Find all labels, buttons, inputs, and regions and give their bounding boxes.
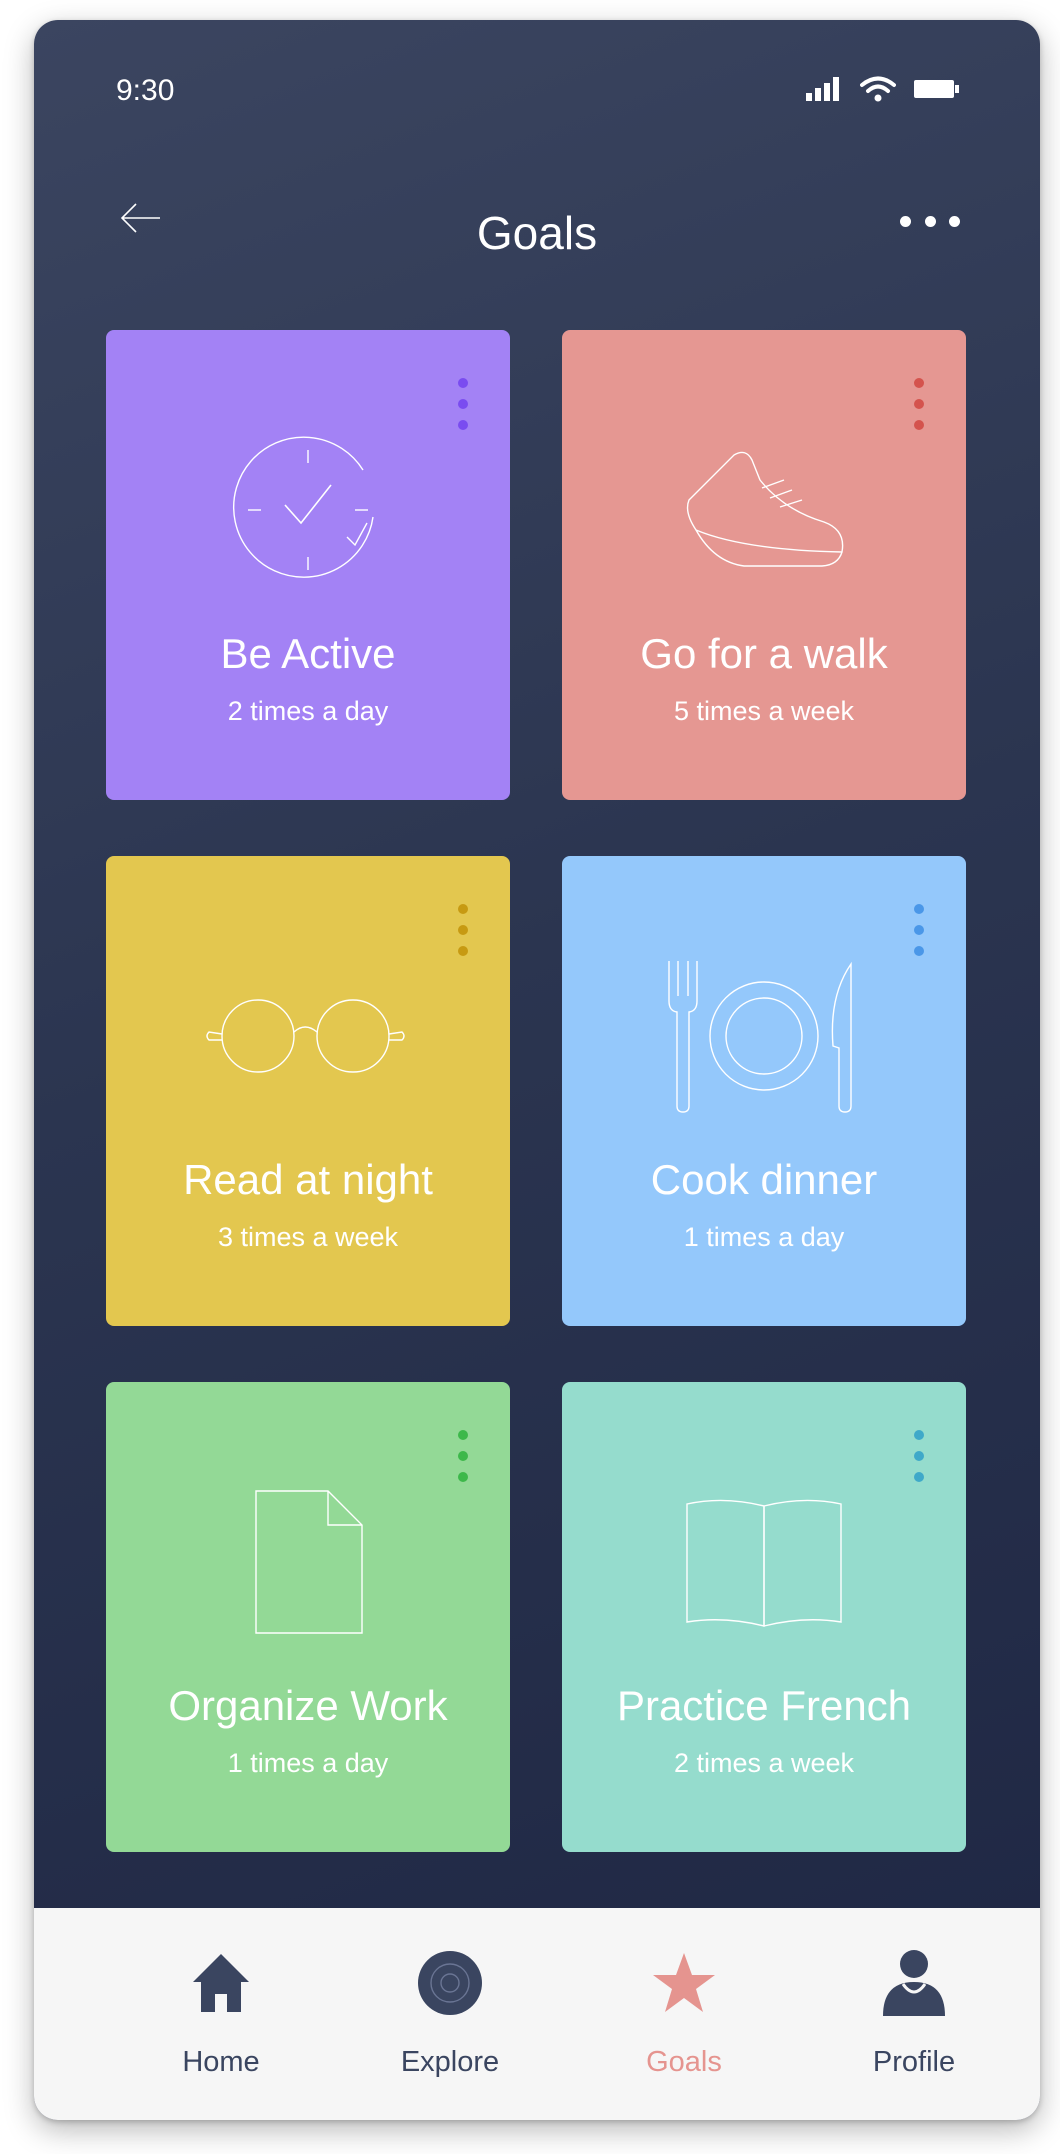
star-icon xyxy=(653,1953,715,2012)
more-dot xyxy=(949,215,960,227)
card-menu-dot xyxy=(914,904,924,914)
card-title: Practice French xyxy=(616,1682,912,1729)
card-menu-dot xyxy=(914,399,924,409)
card-menu-dot xyxy=(458,1451,468,1461)
tab-label: Profile xyxy=(872,2046,956,2078)
tab-label: Home xyxy=(182,2046,260,2078)
card-menu-dot xyxy=(914,378,924,388)
clock-check-icon xyxy=(233,436,374,578)
card-menu-dot xyxy=(458,1430,468,1440)
card-menu-dot xyxy=(914,946,924,956)
card-menu-button[interactable] xyxy=(456,1430,470,1482)
phone-screen: 9:30 Goals Be Active 2 times a day Go fo… xyxy=(34,20,1040,2120)
sneaker-icon xyxy=(686,451,844,567)
status-time: 9:30 xyxy=(116,74,175,107)
card-menu-dot xyxy=(458,925,468,935)
card-frequency: 1 times a day xyxy=(227,1748,389,1778)
bottom-tab-bar: Home Explore Goals Profile xyxy=(34,1908,1040,2120)
card-title: Organize Work xyxy=(168,1682,448,1729)
card-menu-dot xyxy=(458,378,468,388)
open-book-icon xyxy=(686,1499,842,1627)
card-menu-button[interactable] xyxy=(456,378,470,430)
card-frequency: 3 times a week xyxy=(217,1222,399,1252)
glasses-icon xyxy=(206,999,405,1073)
more-options-button[interactable] xyxy=(900,206,960,236)
card-menu-dot xyxy=(458,1472,468,1482)
card-menu-dot xyxy=(458,420,468,430)
card-title: Go for a walk xyxy=(640,630,888,677)
card-frequency: 2 times a week xyxy=(673,1748,855,1778)
home-icon xyxy=(193,1954,249,2012)
card-menu-dot xyxy=(458,946,468,956)
page-title: Goals xyxy=(476,207,598,259)
document-icon xyxy=(255,1490,363,1634)
wifi-icon xyxy=(860,76,896,102)
card-menu-dot xyxy=(458,904,468,914)
card-menu-button[interactable] xyxy=(912,904,926,956)
tab-goals[interactable]: Goals xyxy=(584,1948,784,2088)
card-menu-button[interactable] xyxy=(912,378,926,430)
more-dot xyxy=(900,215,911,227)
card-menu-dot xyxy=(914,1472,924,1482)
goal-card-cook-dinner[interactable]: Cook dinner 1 times a day xyxy=(562,856,966,1326)
card-frequency: 5 times a week xyxy=(673,696,855,726)
goal-card-practice-french[interactable]: Practice French 2 times a week xyxy=(562,1382,966,1852)
card-menu-button[interactable] xyxy=(912,1430,926,1482)
goal-card-organize-work[interactable]: Organize Work 1 times a day xyxy=(106,1382,510,1852)
compass-icon xyxy=(418,1951,482,2015)
tab-explore[interactable]: Explore xyxy=(350,1948,550,2088)
card-menu-dot xyxy=(914,1430,924,1440)
goal-card-read-at-night[interactable]: Read at night 3 times a week xyxy=(106,856,510,1326)
tab-label: Explore xyxy=(400,2046,500,2078)
card-frequency: 1 times a day xyxy=(683,1222,845,1252)
tab-home[interactable]: Home xyxy=(121,1948,321,2088)
card-title: Read at night xyxy=(183,1156,433,1203)
person-icon xyxy=(883,1950,945,2016)
card-menu-dot xyxy=(914,420,924,430)
card-menu-dot xyxy=(914,1451,924,1461)
signal-icon xyxy=(806,77,839,101)
card-menu-dot xyxy=(914,925,924,935)
goal-card-be-active[interactable]: Be Active 2 times a day xyxy=(106,330,510,800)
more-dot xyxy=(924,215,936,227)
card-menu-dot xyxy=(458,399,468,409)
dinner-plate-icon xyxy=(668,961,852,1113)
goal-card-go-for-a-walk[interactable]: Go for a walk 5 times a week xyxy=(562,330,966,800)
card-menu-button[interactable] xyxy=(456,904,470,956)
card-title: Be Active xyxy=(220,630,396,677)
status-icons xyxy=(806,76,960,102)
battery-icon xyxy=(914,80,959,98)
card-title: Cook dinner xyxy=(650,1156,878,1203)
tab-label: Goals xyxy=(646,2046,722,2078)
card-frequency: 2 times a day xyxy=(227,696,389,726)
tab-profile[interactable]: Profile xyxy=(814,1948,1014,2088)
